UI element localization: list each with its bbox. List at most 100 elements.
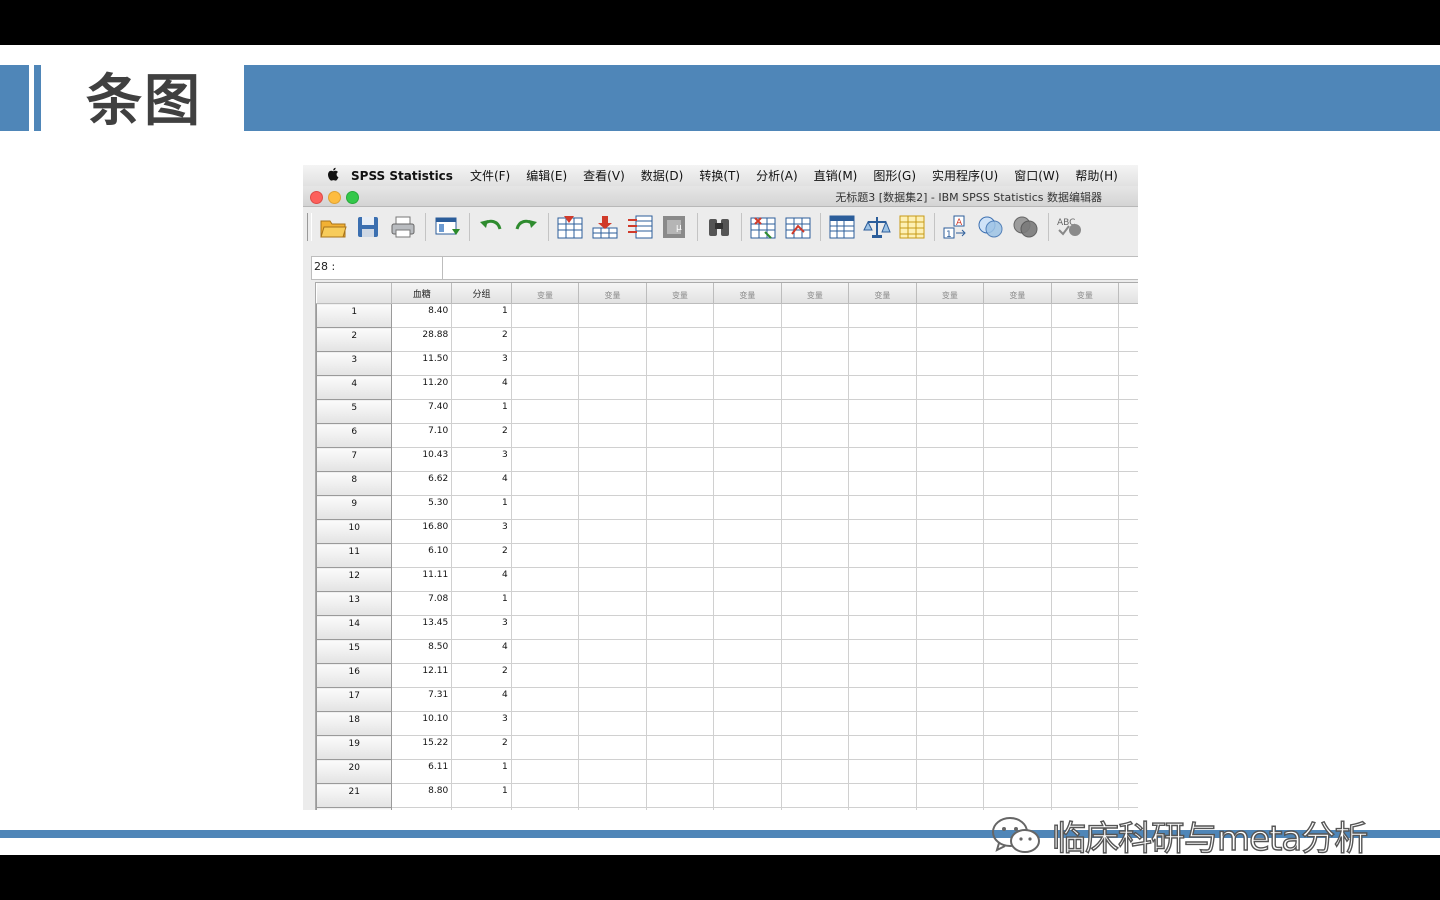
empty-cell[interactable]: [1051, 351, 1120, 376]
empty-cell[interactable]: [713, 783, 782, 808]
row-number-cell[interactable]: 14: [316, 615, 393, 640]
row-number-cell[interactable]: 20: [316, 759, 393, 784]
group-cell[interactable]: 4: [451, 375, 512, 400]
empty-cell[interactable]: [511, 567, 580, 592]
empty-cell[interactable]: [646, 783, 715, 808]
blood-glucose-cell[interactable]: 7.31: [391, 687, 453, 712]
empty-cell[interactable]: [1051, 639, 1120, 664]
variables-icon[interactable]: [625, 212, 655, 242]
empty-cell[interactable]: [916, 567, 985, 592]
empty-cell[interactable]: [1118, 615, 1138, 640]
empty-cell[interactable]: [781, 735, 850, 760]
empty-cell[interactable]: [578, 423, 647, 448]
blood-glucose-cell[interactable]: 5.30: [391, 495, 453, 520]
empty-cell[interactable]: [578, 399, 647, 424]
empty-cell[interactable]: [713, 303, 782, 328]
row-number-cell[interactable]: 18: [316, 711, 393, 736]
empty-cell[interactable]: [916, 447, 985, 472]
empty-cell[interactable]: [916, 711, 985, 736]
column-header-empty-variable[interactable]: 变量: [916, 283, 985, 304]
weight-cases-icon[interactable]: [862, 212, 892, 242]
row-number-cell[interactable]: 10: [316, 519, 393, 544]
empty-cell[interactable]: [511, 615, 580, 640]
empty-cell[interactable]: [511, 327, 580, 352]
empty-cell[interactable]: [1118, 735, 1138, 760]
empty-cell[interactable]: [781, 807, 850, 810]
menu-window[interactable]: 窗口(W): [1014, 167, 1059, 184]
empty-cell[interactable]: [713, 495, 782, 520]
empty-cell[interactable]: [916, 543, 985, 568]
empty-cell[interactable]: [848, 399, 917, 424]
empty-cell[interactable]: [1118, 423, 1138, 448]
empty-cell[interactable]: [713, 351, 782, 376]
empty-cell[interactable]: [713, 735, 782, 760]
empty-cell[interactable]: [646, 615, 715, 640]
column-header-empty-variable[interactable]: 变量: [848, 283, 917, 304]
empty-cell[interactable]: [1118, 375, 1138, 400]
run-descriptives-icon[interactable]: μ: [660, 212, 690, 242]
empty-cell[interactable]: [781, 423, 850, 448]
empty-cell[interactable]: [646, 687, 715, 712]
show-all-variables-icon[interactable]: [1011, 212, 1041, 242]
find-icon[interactable]: [704, 212, 734, 242]
empty-cell[interactable]: [916, 687, 985, 712]
group-cell[interactable]: 3: [451, 519, 512, 544]
empty-cell[interactable]: [916, 471, 985, 496]
empty-cell[interactable]: [916, 375, 985, 400]
dialog-recall-icon[interactable]: [432, 212, 462, 242]
blood-glucose-cell[interactable]: 8.40: [391, 303, 453, 328]
empty-cell[interactable]: [578, 495, 647, 520]
empty-cell[interactable]: [1118, 711, 1138, 736]
value-labels-icon[interactable]: A1: [941, 212, 971, 242]
group-cell[interactable]: 2: [451, 543, 512, 568]
blood-glucose-cell[interactable]: 10.10: [391, 711, 453, 736]
empty-cell[interactable]: [646, 543, 715, 568]
blood-glucose-cell[interactable]: 7.40: [391, 399, 453, 424]
empty-cell[interactable]: [713, 663, 782, 688]
empty-cell[interactable]: [848, 519, 917, 544]
use-variable-sets-icon[interactable]: [976, 212, 1006, 242]
empty-cell[interactable]: [916, 303, 985, 328]
empty-cell[interactable]: [713, 543, 782, 568]
empty-cell[interactable]: [1118, 303, 1138, 328]
group-cell[interactable]: 4: [451, 687, 512, 712]
redo-icon[interactable]: [511, 212, 541, 242]
blood-glucose-cell[interactable]: 11.11: [391, 567, 453, 592]
blood-glucose-cell[interactable]: 13.45: [391, 615, 453, 640]
empty-cell[interactable]: [848, 447, 917, 472]
empty-cell[interactable]: [1051, 687, 1120, 712]
empty-cell[interactable]: [1051, 711, 1120, 736]
empty-cell[interactable]: [511, 399, 580, 424]
empty-cell[interactable]: [578, 327, 647, 352]
empty-cell[interactable]: [713, 639, 782, 664]
menu-edit[interactable]: 编辑(E): [526, 167, 567, 184]
empty-cell[interactable]: [983, 639, 1052, 664]
empty-cell[interactable]: [511, 663, 580, 688]
group-cell[interactable]: 3: [451, 351, 512, 376]
empty-cell[interactable]: [848, 639, 917, 664]
minimize-window-button[interactable]: [328, 191, 341, 204]
empty-cell[interactable]: [578, 351, 647, 376]
empty-cell[interactable]: [578, 591, 647, 616]
empty-cell[interactable]: [983, 375, 1052, 400]
empty-cell[interactable]: [578, 639, 647, 664]
group-cell[interactable]: 2: [451, 327, 512, 352]
empty-cell[interactable]: [511, 783, 580, 808]
empty-cell[interactable]: [916, 351, 985, 376]
empty-cell[interactable]: [916, 495, 985, 520]
empty-cell[interactable]: [511, 375, 580, 400]
empty-cell[interactable]: [781, 783, 850, 808]
empty-cell[interactable]: [578, 783, 647, 808]
empty-cell[interactable]: [848, 807, 917, 810]
empty-cell[interactable]: [511, 303, 580, 328]
empty-cell[interactable]: [1118, 543, 1138, 568]
empty-cell[interactable]: [1118, 519, 1138, 544]
empty-cell[interactable]: [713, 615, 782, 640]
empty-cell[interactable]: [848, 423, 917, 448]
empty-cell[interactable]: [848, 543, 917, 568]
empty-cell[interactable]: [646, 519, 715, 544]
empty-cell[interactable]: [1118, 687, 1138, 712]
empty-cell[interactable]: [848, 495, 917, 520]
empty-cell[interactable]: [713, 375, 782, 400]
empty-cell[interactable]: [646, 759, 715, 784]
